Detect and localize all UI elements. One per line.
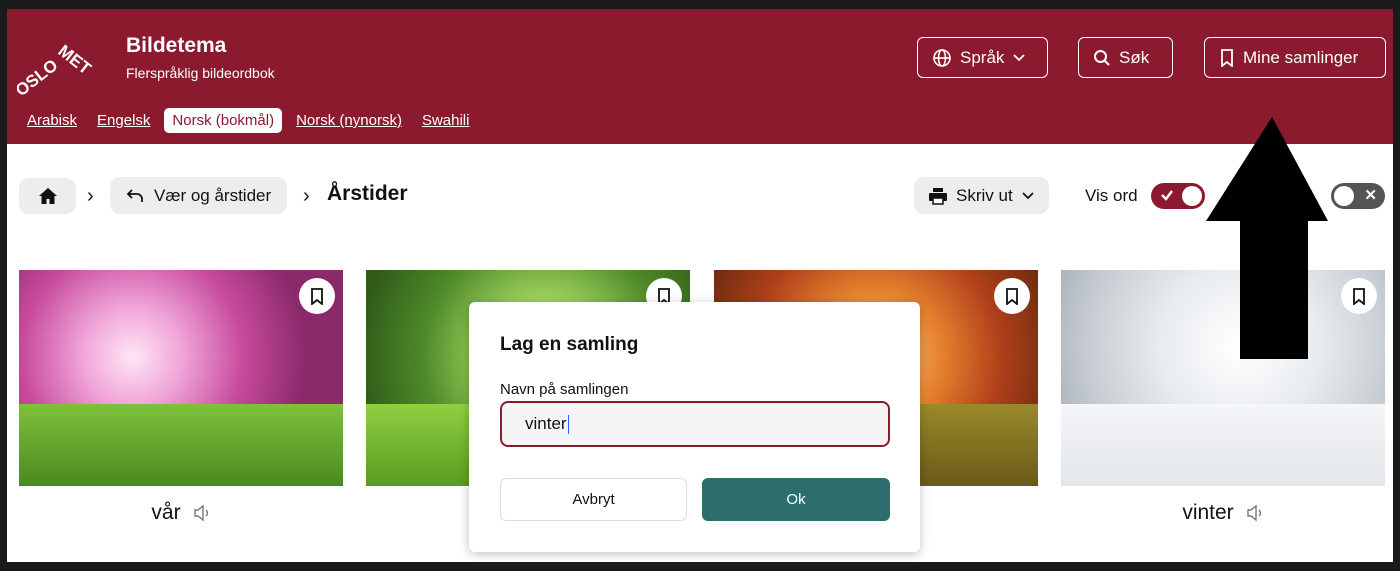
card-word: vår [19, 501, 343, 525]
card-word: vinter [1061, 501, 1385, 525]
chevron-right-icon: › [87, 185, 94, 207]
bookmark-icon [1353, 287, 1365, 305]
bookmark-button[interactable] [994, 278, 1030, 314]
site-title: Bildetema [126, 34, 227, 57]
oslomet-logo[interactable]: OSLO MET [17, 39, 107, 99]
collection-name-value: vinter [525, 414, 567, 433]
search-icon [1094, 49, 1110, 66]
app-frame: OSLO MET Bildetema Flerspråklig bildeord… [7, 9, 1393, 562]
lang-tab-norsk-bokmal[interactable]: Norsk (bokmål) [164, 108, 283, 133]
search-button-label: Søk [1119, 47, 1150, 67]
show-words-toggle[interactable] [1151, 183, 1205, 209]
speaker-icon[interactable] [1246, 504, 1264, 522]
my-collections-label: Mine samlinger [1243, 47, 1359, 67]
home-button[interactable] [19, 178, 76, 214]
back-arrow-icon [126, 188, 143, 202]
globe-icon [933, 48, 951, 67]
breadcrumb-parent-label: Vær og årstider [154, 185, 272, 205]
create-collection-dialog: Lag en samling Navn på samlingen vinter … [469, 302, 920, 552]
collection-name-input[interactable]: vinter [500, 401, 890, 447]
lang-tab-swahili[interactable]: Swahili [416, 108, 476, 133]
svg-text:OSLO: OSLO [17, 56, 61, 99]
language-tabs: Arabisk Engelsk Norsk (bokmål) Norsk (ny… [21, 108, 475, 133]
breadcrumb-parent[interactable]: Vær og årstider [110, 177, 288, 214]
spring-image[interactable] [19, 270, 343, 486]
site-header: OSLO MET Bildetema Flerspråklig bildeord… [7, 9, 1393, 144]
lang-tab-engelsk[interactable]: Engelsk [91, 108, 156, 133]
site-subtitle: Flerspråklig bildeordbok [126, 65, 275, 81]
svg-text:MET: MET [55, 41, 95, 78]
speaker-icon[interactable] [193, 504, 211, 522]
toggle-knob [1182, 186, 1202, 206]
collection-name-label: Navn på samlingen [500, 381, 629, 398]
print-button[interactable]: Skriv ut [914, 177, 1049, 214]
chevron-down-icon [1013, 53, 1026, 61]
bookmark-button[interactable] [299, 278, 335, 314]
show-words-label: Vis ord [1085, 186, 1138, 205]
ground [1061, 403, 1385, 486]
secondary-toggle[interactable]: ✕ [1331, 183, 1385, 209]
dialog-title: Lag en samling [500, 334, 639, 355]
bookmark-icon [311, 287, 323, 305]
ok-button[interactable]: Ok [702, 478, 890, 521]
card-word-text: vår [151, 501, 181, 524]
image-card-spring[interactable]: vår [19, 270, 343, 525]
text-caret [567, 414, 570, 434]
language-button[interactable]: Språk [917, 37, 1048, 78]
lang-tab-norsk-nynorsk[interactable]: Norsk (nynorsk) [290, 108, 408, 133]
ground [19, 403, 343, 486]
chevron-right-icon: › [303, 185, 310, 207]
page-title: Årstider [327, 182, 408, 205]
arrow-up-annotation [1206, 117, 1328, 359]
printer-icon [929, 187, 947, 205]
search-button[interactable]: Søk [1078, 37, 1173, 78]
check-icon [1161, 190, 1173, 201]
chevron-down-icon [1022, 191, 1034, 199]
card-word-text: vinter [1182, 501, 1234, 524]
lang-tab-arabisk[interactable]: Arabisk [21, 108, 83, 133]
my-collections-button[interactable]: Mine samlinger [1204, 37, 1386, 78]
bookmark-icon [1006, 287, 1018, 305]
bookmark-button[interactable] [1341, 278, 1377, 314]
toggle-knob [1334, 186, 1354, 206]
cancel-button[interactable]: Avbryt [500, 478, 687, 521]
print-button-label: Skriv ut [956, 185, 1013, 205]
home-icon [38, 188, 57, 204]
language-button-label: Språk [960, 47, 1005, 67]
close-icon: ✕ [1364, 187, 1377, 204]
bookmark-icon [1221, 48, 1233, 67]
